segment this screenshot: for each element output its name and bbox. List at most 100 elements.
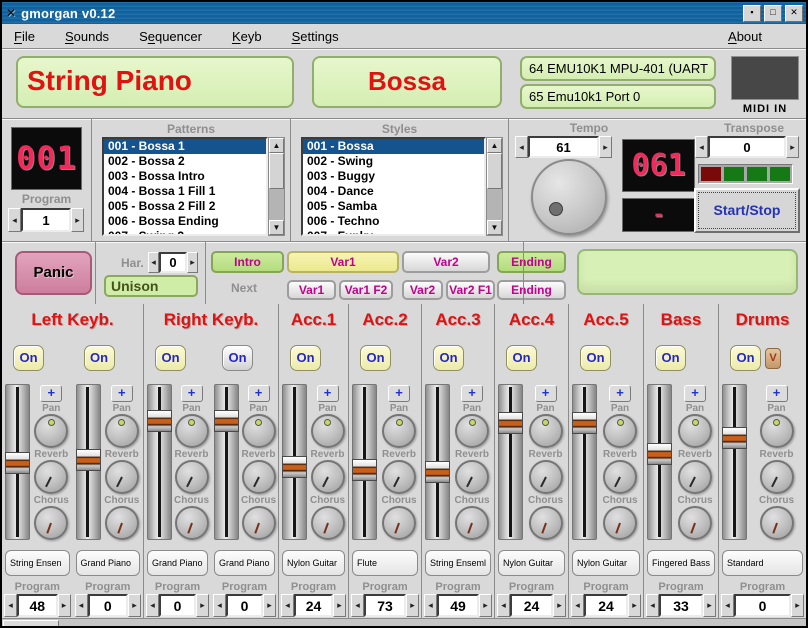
- close-button[interactable]: ✕: [785, 5, 803, 22]
- scroll-down-icon[interactable]: ▼: [269, 220, 284, 235]
- unison-button[interactable]: Unison: [104, 275, 198, 297]
- spin-left-icon[interactable]: ◂: [75, 594, 88, 617]
- har-value[interactable]: 0: [159, 252, 187, 273]
- volume-slider-handle[interactable]: [282, 456, 307, 478]
- chorus-knob[interactable]: [603, 506, 637, 540]
- scrollbar-thumb[interactable]: [269, 153, 284, 189]
- spin-right-icon[interactable]: ▸: [187, 252, 198, 273]
- instrument-button[interactable]: Fingered Bass: [647, 550, 715, 576]
- on-button[interactable]: On: [222, 345, 253, 371]
- program-value[interactable]: 73: [364, 594, 406, 617]
- instrument-button[interactable]: String Ensen: [5, 550, 70, 576]
- instrument-button[interactable]: Nylon Guitar: [572, 550, 640, 576]
- menu-keyb[interactable]: Keyb: [232, 29, 262, 44]
- spin-right-icon[interactable]: ▸: [628, 594, 641, 617]
- next-variation-button-var1[interactable]: Var1: [287, 280, 336, 300]
- instrument-button[interactable]: Grand Piano: [147, 550, 208, 576]
- volume-slider-handle[interactable]: [214, 410, 239, 432]
- volume-slider[interactable]: [647, 384, 672, 540]
- chorus-knob[interactable]: [678, 506, 712, 540]
- plus-button[interactable]: +: [317, 385, 339, 402]
- instrument-button[interactable]: Grand Piano: [76, 550, 141, 576]
- title-bar[interactable]: ✕ gmorgan v0.12 ▪ □ ✕: [2, 2, 806, 24]
- reverb-knob[interactable]: [382, 460, 416, 494]
- pattern-item[interactable]: 006 - Bossa Ending: [104, 214, 266, 229]
- spin-right-icon[interactable]: ▸: [786, 136, 799, 158]
- plus-button[interactable]: +: [248, 385, 270, 402]
- spin-left-icon[interactable]: ◂: [571, 594, 584, 617]
- pan-knob[interactable]: [242, 414, 276, 448]
- volume-slider-handle[interactable]: [572, 412, 597, 434]
- instrument-button[interactable]: String Enseml: [425, 550, 491, 576]
- reverb-knob[interactable]: [242, 460, 276, 494]
- tempo-value[interactable]: 61: [528, 136, 599, 158]
- minimize-button[interactable]: ▪: [743, 5, 761, 22]
- instrument-button[interactable]: Nylon Guitar: [282, 550, 345, 576]
- pattern-item[interactable]: 004 - Bossa 1 Fill 1: [104, 184, 266, 199]
- transpose-value[interactable]: 0: [708, 136, 786, 158]
- variation-button-var2[interactable]: Var2: [402, 251, 490, 273]
- start-stop-button[interactable]: Start/Stop: [694, 188, 800, 233]
- next-variation-button-var2[interactable]: Var2: [402, 280, 443, 300]
- pattern-item[interactable]: 007 - Swing 2: [104, 229, 266, 236]
- pattern-item[interactable]: 001 - Bossa 1: [104, 139, 266, 154]
- chorus-knob[interactable]: [175, 506, 209, 540]
- volume-slider[interactable]: [282, 384, 307, 540]
- spin-right-icon[interactable]: ▸: [479, 594, 492, 617]
- style-item[interactable]: 003 - Buggy: [303, 169, 484, 184]
- pan-knob[interactable]: [175, 414, 209, 448]
- next-variation-button-var2f1[interactable]: Var2 F1: [446, 280, 495, 300]
- pattern-item[interactable]: 005 - Bossa 2 Fill 2: [104, 199, 266, 214]
- variation-button-intro[interactable]: Intro: [211, 251, 284, 273]
- spin-left-icon[interactable]: ◂: [646, 594, 659, 617]
- scroll-down-icon[interactable]: ▼: [487, 220, 502, 235]
- variation-button-var1[interactable]: Var1: [287, 251, 399, 273]
- volume-slider[interactable]: [425, 384, 450, 540]
- on-button[interactable]: On: [506, 345, 537, 371]
- on-button[interactable]: On: [360, 345, 391, 371]
- instrument-button[interactable]: Nylon Guitar: [498, 550, 565, 576]
- spin-left-icon[interactable]: ◂: [148, 252, 159, 273]
- instrument-button[interactable]: Grand Piano: [214, 550, 275, 576]
- chorus-knob[interactable]: [455, 506, 489, 540]
- plus-button[interactable]: +: [388, 385, 410, 402]
- scroll-up-icon[interactable]: ▲: [269, 138, 284, 153]
- on-button[interactable]: On: [84, 345, 115, 371]
- drums-v-button[interactable]: V: [765, 348, 781, 369]
- tempo-knob[interactable]: [531, 159, 607, 235]
- program-value[interactable]: 0: [226, 594, 263, 617]
- chorus-knob[interactable]: [382, 506, 416, 540]
- panic-button[interactable]: Panic: [15, 251, 92, 295]
- reverb-knob[interactable]: [529, 460, 563, 494]
- spin-left-icon[interactable]: ◂: [146, 594, 159, 617]
- volume-slider-handle[interactable]: [425, 461, 450, 483]
- maximize-button[interactable]: □: [764, 5, 782, 22]
- next-variation-button-var1f2[interactable]: Var1 F2: [339, 280, 393, 300]
- spin-right-icon[interactable]: ▸: [128, 594, 141, 617]
- reverb-knob[interactable]: [678, 460, 712, 494]
- volume-slider-handle[interactable]: [722, 427, 747, 449]
- reverb-knob[interactable]: [603, 460, 637, 494]
- pattern-item[interactable]: 002 - Bossa 2: [104, 154, 266, 169]
- pan-knob[interactable]: [311, 414, 345, 448]
- spin-left-icon[interactable]: ◂: [424, 594, 437, 617]
- menu-sequencer[interactable]: Sequencer: [139, 29, 202, 44]
- instrument-button[interactable]: Flute: [352, 550, 418, 576]
- spin-right-icon[interactable]: ▸: [406, 594, 419, 617]
- patterns-scrollbar[interactable]: ▲ ▼: [268, 137, 285, 236]
- chorus-knob[interactable]: [529, 506, 563, 540]
- spin-right-icon[interactable]: ▸: [553, 594, 566, 617]
- menu-about[interactable]: About: [728, 29, 762, 44]
- spin-right-icon[interactable]: ▸: [58, 594, 71, 617]
- reverb-knob[interactable]: [455, 460, 489, 494]
- instrument-button[interactable]: Standard: [722, 550, 803, 576]
- volume-slider-handle[interactable]: [498, 412, 523, 434]
- menu-file[interactable]: File: [14, 29, 35, 44]
- pan-knob[interactable]: [455, 414, 489, 448]
- volume-slider-handle[interactable]: [647, 443, 672, 465]
- volume-slider-handle[interactable]: [352, 459, 377, 481]
- spin-left-icon[interactable]: ◂: [213, 594, 226, 617]
- horizontal-scrollbar[interactable]: [2, 618, 806, 628]
- program-value[interactable]: 0: [159, 594, 196, 617]
- chorus-knob[interactable]: [311, 506, 345, 540]
